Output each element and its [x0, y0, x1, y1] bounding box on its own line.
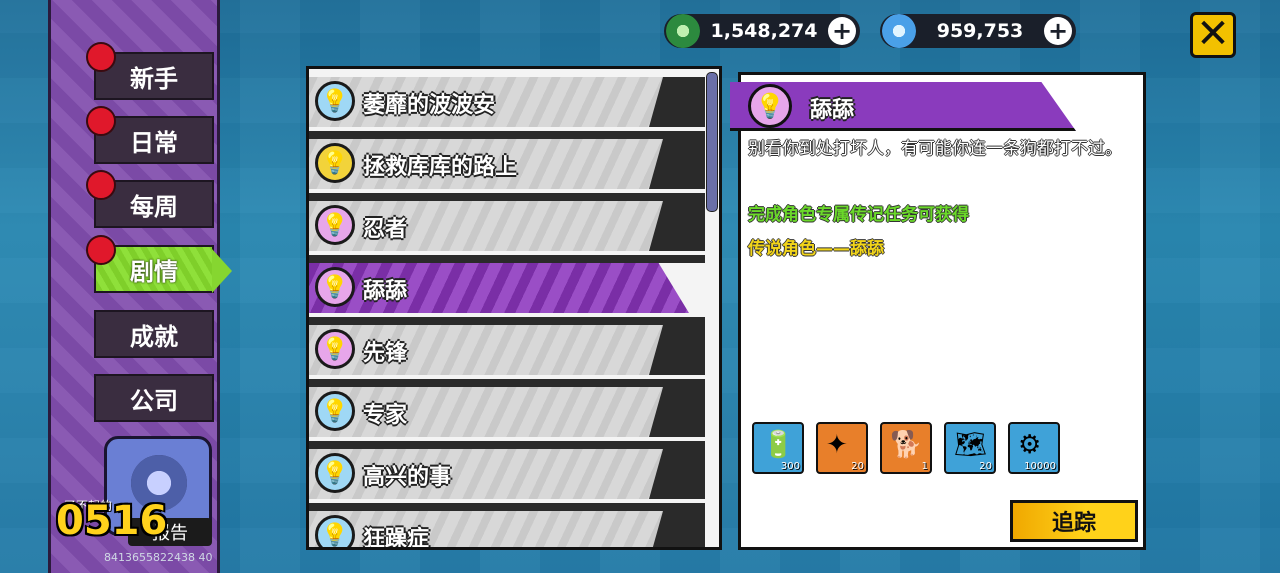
quest-item-selected[interactable]: 💡 舔舔: [309, 255, 705, 313]
lightbulb-icon: 💡: [315, 453, 355, 493]
tab-label: 新手: [130, 64, 178, 93]
lightbulb-icon: 💡: [315, 267, 355, 307]
coin-counter: 1,548,274 +: [664, 14, 860, 48]
lightbulb-icon: 💡: [315, 391, 355, 431]
gem-counter: 959,753 +: [880, 14, 1076, 48]
reward-count: 1: [921, 461, 928, 472]
item-divider: [309, 255, 705, 263]
lightbulb-icon: 💡: [315, 329, 355, 369]
crystal-icon: [882, 14, 916, 48]
item-divider: [309, 131, 705, 139]
coin-amount: 1,548,274: [710, 20, 818, 42]
lightbulb-icon: 💡: [315, 143, 355, 183]
notification-dot: [86, 42, 116, 72]
item-divider: [309, 379, 705, 387]
notification-dot: [86, 235, 116, 265]
reward-note: 传说角色——舔舔: [748, 239, 884, 259]
lightbulb-icon: 💡: [315, 81, 355, 121]
reward-crystal[interactable]: ✦ 20: [816, 422, 868, 474]
quest-list[interactable]: 💡 萎靡的波波安 💡 拯救库库的路上 💡 忍者 💡 舔舔 💡 先锋 💡 专家 💡…: [306, 66, 722, 550]
reward-count: 20: [851, 461, 864, 472]
quest-label: 舔舔: [363, 279, 408, 304]
quest-label: 专家: [363, 403, 408, 428]
detail-title: 舔舔: [810, 98, 855, 123]
quest-item[interactable]: 💡 忍者: [309, 193, 705, 251]
list-scrollbar[interactable]: [706, 72, 718, 212]
track-button[interactable]: 追踪: [1010, 500, 1138, 542]
battery-icon: 🔋: [762, 430, 795, 460]
quest-item[interactable]: 💡 萎靡的波波安: [309, 77, 705, 127]
quest-item[interactable]: 💡 先锋: [309, 317, 705, 375]
gem-amount: 959,753: [936, 20, 1024, 42]
reward-map[interactable]: 🗺 20: [944, 422, 996, 474]
lightbulb-icon: 💡: [315, 515, 355, 547]
quest-label: 高兴的事: [363, 465, 452, 490]
cap-coin-icon: ⚙: [1018, 430, 1042, 460]
notification-dot: [86, 170, 116, 200]
crystal-icon: ✦: [826, 430, 848, 460]
tab-label: 日常: [130, 128, 178, 157]
watermark-number: 0516: [56, 498, 168, 544]
watermark-id: 8413655822438 40: [104, 551, 213, 564]
reward-battery[interactable]: 🔋 300: [752, 422, 804, 474]
quest-label: 萎靡的波波安: [363, 93, 496, 118]
map-icon: 🗺: [954, 430, 988, 460]
quest-label: 先锋: [363, 341, 408, 366]
quest-description: 别看你到处打坏人，有可能你连一条狗都打不过。: [748, 139, 1122, 159]
reward-cap-coin[interactable]: ⚙ 10000: [1008, 422, 1060, 474]
reward-count: 20: [979, 461, 992, 472]
tab-label: 剧情: [130, 257, 178, 286]
quest-requirement: 完成角色专属传记任务可获得: [748, 205, 969, 225]
close-button[interactable]: ✕: [1190, 12, 1236, 58]
reward-dog-avatar[interactable]: 🐕 1: [880, 422, 932, 474]
quest-item[interactable]: 💡 狂躁症: [309, 503, 705, 550]
cap-coin-icon: [666, 14, 700, 48]
item-divider: [309, 317, 705, 325]
item-divider: [309, 193, 705, 201]
quest-label: 狂躁症: [363, 527, 430, 550]
quest-label: 拯救库库的路上: [363, 155, 518, 180]
add-coins-button[interactable]: +: [828, 17, 856, 45]
tab-achievement[interactable]: 成就: [94, 310, 214, 358]
dog-avatar-icon: 🐕: [890, 430, 923, 460]
item-divider: [309, 441, 705, 449]
tab-label: 公司: [130, 386, 178, 415]
notification-dot: [86, 106, 116, 136]
quest-label: 忍者: [363, 217, 408, 242]
add-gems-button[interactable]: +: [1044, 17, 1072, 45]
quest-item[interactable]: 💡 高兴的事: [309, 441, 705, 499]
lightbulb-icon: 💡: [748, 84, 792, 128]
item-divider: [309, 503, 705, 511]
quest-item[interactable]: 💡 专家: [309, 379, 705, 437]
tab-company[interactable]: 公司: [94, 374, 214, 422]
lightbulb-icon: 💡: [315, 205, 355, 245]
tab-label: 每周: [130, 192, 178, 221]
reward-count: 10000: [1024, 461, 1056, 472]
quest-item[interactable]: 💡 拯救库库的路上: [309, 131, 705, 189]
tab-label: 成就: [130, 322, 178, 351]
reward-count: 300: [780, 461, 800, 472]
